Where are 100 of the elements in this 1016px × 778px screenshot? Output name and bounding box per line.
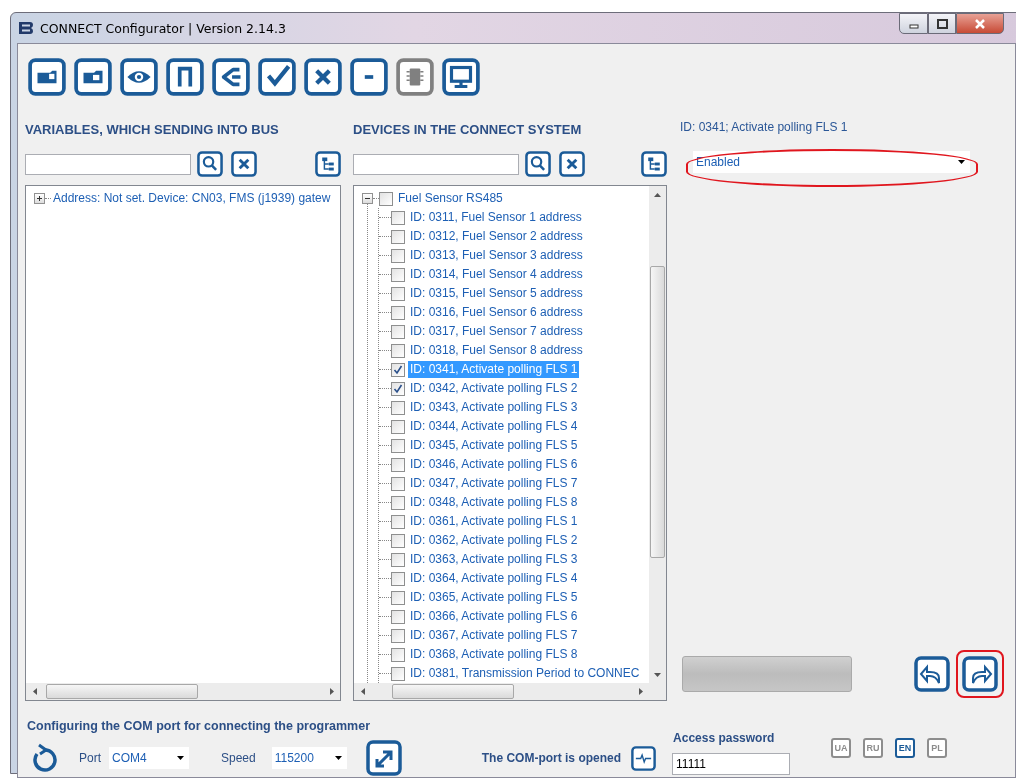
card-in-icon[interactable] (28, 58, 66, 96)
tree-item[interactable]: ID: 0347, Activate polling FLS 7 (408, 475, 580, 492)
tree-item[interactable]: ID: 0313, Fuel Sensor 3 address (408, 247, 585, 264)
tree-item[interactable]: ID: 0315, Fuel Sensor 5 address (408, 285, 585, 302)
tree-view-button[interactable] (641, 151, 667, 177)
tree-item[interactable]: ID: 0343, Activate polling FLS 3 (408, 399, 580, 416)
pulse-icon (631, 745, 657, 771)
search-field[interactable] (353, 153, 519, 175)
port-label: Port (79, 751, 101, 765)
tree-item[interactable]: ID: 0312, Fuel Sensor 2 address (408, 228, 585, 245)
checkbox[interactable] (391, 381, 405, 396)
tree-item[interactable]: ID: 0363, Activate polling FLS 3 (408, 551, 580, 568)
checkbox[interactable] (391, 400, 405, 415)
password-field[interactable]: 11111 (672, 753, 791, 775)
tree-item[interactable]: ID: 0314, Fuel Sensor 4 address (408, 266, 585, 283)
language-button[interactable]: RU (863, 738, 884, 758)
checkbox[interactable] (391, 514, 405, 529)
checkmark-icon[interactable] (258, 58, 296, 96)
checkbox[interactable] (391, 666, 405, 681)
checkbox[interactable] (391, 628, 405, 643)
eye-icon[interactable] (120, 58, 158, 96)
gate-icon[interactable] (166, 58, 204, 96)
tree-item[interactable]: ID: 0317, Fuel Sensor 7 address (408, 323, 585, 340)
scroll-left-icon[interactable] (360, 688, 365, 695)
checkbox[interactable] (391, 210, 405, 225)
scroll-right-icon[interactable] (329, 688, 334, 695)
tree-list[interactable]: Address: Not set. Device: CN03, FMS (j1939) gatew (25, 185, 341, 701)
checkbox[interactable] (391, 495, 405, 510)
scroll-left-icon[interactable] (32, 688, 37, 695)
clear-button[interactable] (559, 151, 585, 177)
forward-button[interactable] (956, 650, 1004, 698)
tree-item[interactable]: ID: 0364, Activate polling FLS 4 (408, 570, 580, 587)
tree-item[interactable]: Fuel Sensor RS485 (396, 190, 505, 207)
tree-item[interactable]: ID: 0366, Activate polling FLS 6 (408, 608, 580, 625)
tree-item[interactable]: Address: Not set. Device: CN03, FMS (j1939) gatew (51, 190, 333, 207)
tree-view-button[interactable] (315, 151, 341, 177)
dropdown[interactable]: COM4 (109, 747, 189, 769)
scrollbar-thumb[interactable] (650, 266, 665, 558)
checkbox[interactable] (379, 191, 393, 206)
checkbox[interactable] (391, 476, 405, 491)
card-out-icon[interactable] (74, 58, 112, 96)
checkbox[interactable] (391, 571, 405, 586)
search-button[interactable] (197, 151, 223, 177)
dropdown-arrow-icon (334, 756, 342, 760)
checkbox[interactable] (391, 419, 405, 434)
expand-icon[interactable] (34, 193, 45, 204)
scrollbar-thumb[interactable] (46, 684, 198, 699)
checkbox[interactable] (391, 362, 405, 377)
maximize-button[interactable] (928, 13, 956, 34)
tree-item[interactable]: ID: 0367, Activate polling FLS 7 (408, 627, 580, 644)
checkbox[interactable] (391, 343, 405, 358)
tree-item[interactable]: ID: 0311, Fuel Sensor 1 address (408, 209, 584, 226)
connect-button[interactable] (365, 740, 402, 776)
back-arrow-icon[interactable] (212, 58, 250, 96)
scrollbar-thumb[interactable] (392, 684, 514, 699)
checkbox[interactable] (391, 647, 405, 662)
horizontal-scrollbar[interactable] (354, 683, 649, 700)
checkbox[interactable] (391, 533, 405, 548)
tree-item[interactable]: ID: 0316, Fuel Sensor 6 address (408, 304, 585, 321)
monitor-icon[interactable] (442, 58, 480, 96)
checkbox[interactable] (391, 552, 405, 567)
tree-item[interactable]: ID: 0345, Activate polling FLS 5 (408, 437, 580, 454)
scroll-down-icon[interactable] (654, 672, 661, 677)
tree-item[interactable]: ID: 0344, Activate polling FLS 4 (408, 418, 580, 435)
tree-item[interactable]: ID: 0318, Fuel Sensor 8 address (408, 342, 585, 359)
dropdown[interactable]: 115200 (271, 747, 347, 769)
dropdown[interactable]: Enabled (693, 151, 970, 173)
checkbox[interactable] (391, 457, 405, 472)
clear-button[interactable] (231, 151, 257, 177)
tree-item[interactable]: ID: 0346, Activate polling FLS 6 (408, 456, 580, 473)
tree-item[interactable]: ID: 0348, Activate polling FLS 8 (408, 494, 580, 511)
tree-item[interactable]: ID: 0361, Activate polling FLS 1 (408, 513, 580, 530)
minus-icon[interactable] (350, 58, 388, 96)
close-button[interactable] (956, 13, 1004, 34)
collapse-icon[interactable] (362, 193, 373, 204)
search-field[interactable] (25, 153, 191, 175)
tree-item[interactable]: ID: 0365, Activate polling FLS 5 (408, 589, 580, 606)
close-icon[interactable] (304, 58, 342, 96)
tree-item[interactable]: ID: 0368, Activate polling FLS 8 (408, 646, 580, 663)
checkbox[interactable] (391, 267, 405, 282)
search-button[interactable] (525, 151, 551, 177)
language-button[interactable]: EN (895, 738, 916, 758)
tree-list[interactable] (353, 185, 667, 701)
checkbox[interactable] (391, 286, 405, 301)
language-button[interactable]: UA (831, 738, 852, 758)
checkbox[interactable] (391, 248, 405, 263)
checkbox[interactable] (391, 229, 405, 244)
checkbox[interactable] (391, 324, 405, 339)
minimize-button[interactable] (899, 13, 928, 34)
checkbox[interactable] (391, 305, 405, 320)
scroll-up-icon[interactable] (654, 192, 661, 197)
scroll-right-icon[interactable] (638, 688, 643, 695)
tree-item[interactable]: ID: 0381, Transmission Period to CONNEC (408, 665, 642, 682)
checkbox[interactable] (391, 609, 405, 624)
checkbox[interactable] (391, 590, 405, 605)
horizontal-scrollbar[interactable] (26, 683, 340, 700)
checkbox[interactable] (391, 438, 405, 453)
tree-item[interactable]: ID: 0362, Activate polling FLS 2 (408, 532, 580, 549)
tree-item[interactable]: ID: 0342, Activate polling FLS 2 (408, 380, 580, 397)
vertical-scrollbar[interactable] (649, 186, 666, 700)
